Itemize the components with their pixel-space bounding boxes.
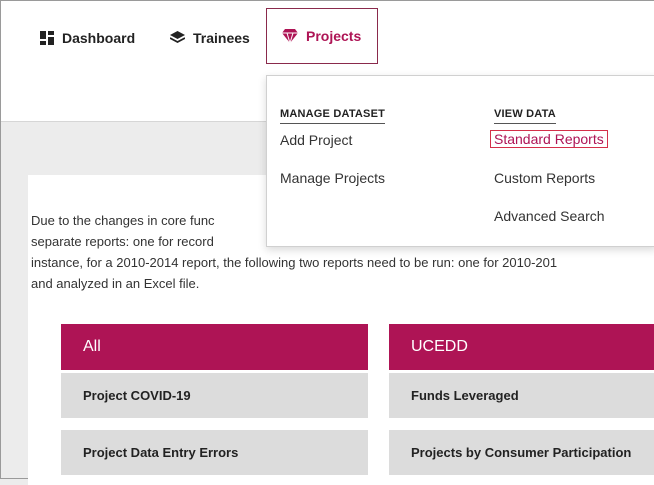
report-projects-by-consumer-participation[interactable]: Projects by Consumer Participation: [389, 430, 654, 475]
menu-custom-reports[interactable]: Custom Reports: [494, 170, 595, 186]
report-project-data-entry-errors[interactable]: Project Data Entry Errors: [61, 430, 368, 475]
layers-icon: [170, 31, 185, 44]
report-funds-leveraged[interactable]: Funds Leveraged: [389, 373, 654, 418]
menu-manage-projects[interactable]: Manage Projects: [280, 170, 385, 186]
nav-dashboard-label: Dashboard: [62, 30, 136, 46]
panel-header-all: All: [61, 324, 368, 370]
menu-standard-reports[interactable]: Standard Reports: [490, 130, 608, 148]
menu-advanced-search[interactable]: Advanced Search: [494, 208, 605, 224]
nav-trainees[interactable]: Trainees: [170, 30, 250, 46]
menu-add-project[interactable]: Add Project: [280, 132, 352, 148]
nav-projects-label: Projects: [306, 28, 362, 44]
view-data-column: VIEW DATA Standard Reports Custom Report…: [490, 104, 608, 224]
nav-projects[interactable]: Projects: [266, 8, 378, 64]
nav-dashboard[interactable]: Dashboard: [40, 30, 135, 46]
diamond-icon: [282, 29, 298, 43]
view-data-heading: VIEW DATA: [494, 108, 556, 124]
intro-line: and analyzed in an Excel file.: [31, 276, 200, 291]
dashboard-icon: [40, 31, 54, 45]
projects-dropdown-menu: MANAGE DATASET Add Project Manage Projec…: [266, 75, 654, 247]
panel-header-ucedd: UCEDD: [389, 324, 654, 370]
report-project-covid-19[interactable]: Project COVID-19: [61, 373, 368, 418]
nav-trainees-label: Trainees: [193, 30, 250, 46]
manage-dataset-heading: MANAGE DATASET: [280, 108, 386, 124]
manage-dataset-column: MANAGE DATASET Add Project Manage Projec…: [280, 104, 386, 186]
intro-line: instance, for a 2010-2014 report, the fo…: [31, 255, 558, 270]
